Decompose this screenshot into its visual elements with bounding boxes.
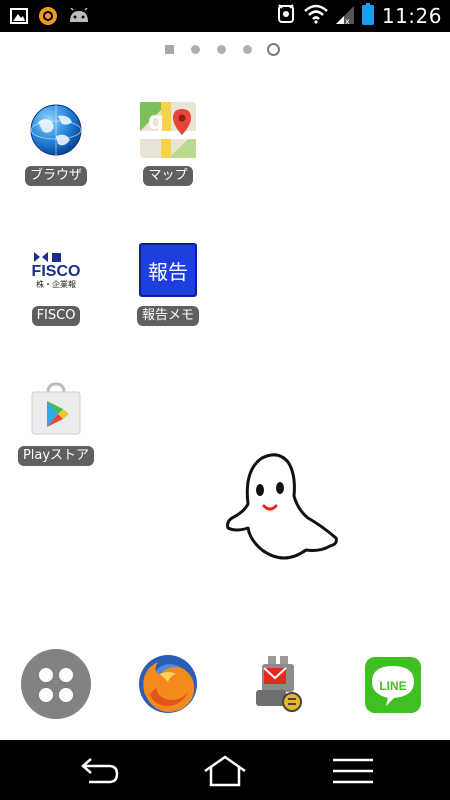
system-icons: x 11:26 [276,3,442,29]
memo-icon-text: 報告 [139,243,197,297]
app-label: マップ [143,166,193,186]
orange-ring-notification-icon [38,6,58,30]
app-maps[interactable]: g マップ [113,100,223,186]
app-drawer-button[interactable] [20,648,92,720]
globe-icon [26,100,86,160]
svg-text:g: g [148,105,164,135]
app-label: 報告メモ [136,306,199,326]
fisco-icon: FISCO 株・企業報 [26,240,86,300]
firefox-icon [139,655,197,713]
fisco-logo-subtext: 株・企業報 [36,280,76,289]
page-indicator-current[interactable] [267,43,280,56]
signal-icon: x [335,4,354,28]
firefox-app[interactable] [136,652,200,716]
app-browser[interactable]: ブラウザ [1,100,111,186]
app-report-memo[interactable]: 報告 報告メモ [113,240,223,326]
page-indicator-dot[interactable] [191,45,200,54]
svg-text:x: x [345,17,350,24]
dock: LINE [0,648,450,732]
notification-icons [10,6,90,30]
picture-notification-icon [10,8,28,28]
back-button[interactable] [72,754,122,788]
menu-icon [333,758,373,784]
app-fisco[interactable]: FISCO 株・企業報 FISCO [1,240,111,326]
mail-robot-app[interactable] [252,654,304,716]
home-icon [204,755,246,787]
mail-robot-icon [256,656,302,712]
ghost-icon [226,453,338,560]
app-label: FISCO [31,306,81,326]
android-notification-icon [68,7,90,28]
page-indicator-home[interactable] [165,45,174,54]
memo-icon: 報告 [138,240,198,300]
app-label: ブラウザ [24,166,87,186]
menu-button[interactable] [328,754,378,788]
status-bar: x 11:26 [0,0,450,32]
app-label: Playストア [17,446,95,466]
ghost-widget[interactable] [222,448,344,568]
home-screen: x 11:26 ブラウザ g マップ FISCO 株・企業報 FISCO 報告 … [0,0,450,800]
navigation-bar [0,740,450,800]
line-icon-text: LINE [379,679,407,693]
fisco-logo-text: FISCO [31,263,81,280]
battery-icon [361,3,374,29]
page-indicator-dot[interactable] [217,45,226,54]
wifi-icon [304,4,328,28]
app-drawer-icon [21,649,91,719]
page-indicator-dot[interactable] [243,45,252,54]
back-icon [81,758,119,784]
page-indicator [165,43,280,56]
maps-icon: g [138,100,198,160]
app-play-store[interactable]: Playストア [1,380,111,466]
clock: 11:26 [381,4,442,28]
play-store-icon [26,380,86,440]
home-button[interactable] [200,754,250,788]
alarm-notification-icon [276,3,296,29]
line-app[interactable]: LINE [364,656,422,714]
